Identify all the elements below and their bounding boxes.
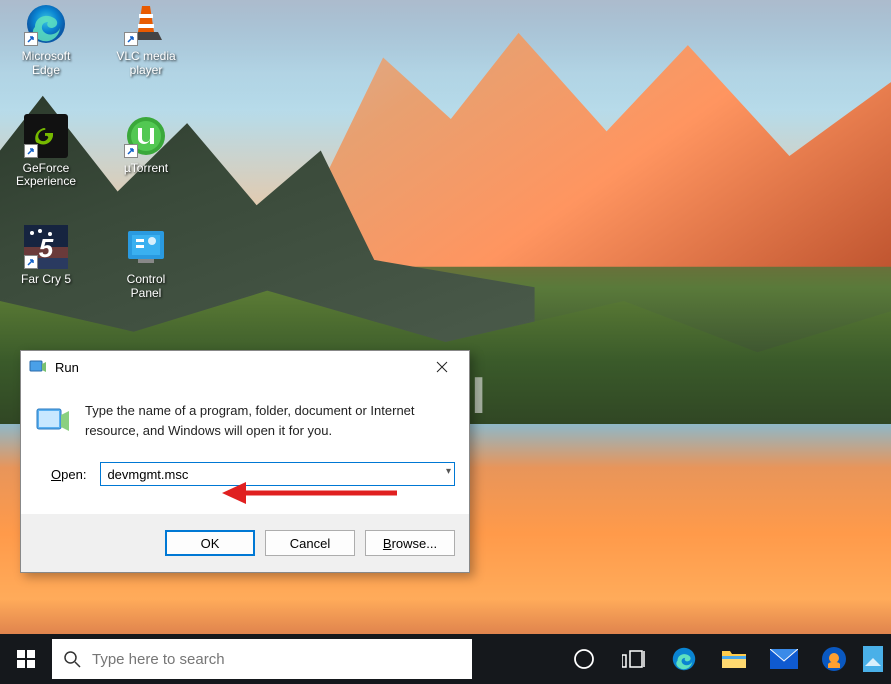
task-view-button[interactable] <box>609 634 659 684</box>
run-dialog[interactable]: Run Type the name of a program, folder, … <box>20 350 470 573</box>
desktop-icon-controlpanel[interactable]: Control Panel <box>108 223 184 303</box>
run-dialog-buttons: OK Cancel Browse... <box>21 514 469 572</box>
edge-icon <box>671 646 697 672</box>
close-button[interactable] <box>421 353 463 381</box>
open-label: Open: <box>51 467 86 482</box>
task-view-icon <box>622 649 646 669</box>
taskbar-app-explorer[interactable] <box>709 634 759 684</box>
windows-logo-icon <box>17 650 35 668</box>
desktop-icons-area: MicrosoftEdge VLC mediaplayer GeForceExp… <box>8 0 184 303</box>
cortana-icon <box>573 648 595 670</box>
security-icon <box>821 646 847 672</box>
run-icon-large <box>35 403 71 439</box>
desktop-icon-geforce[interactable]: GeForceExperience <box>8 112 84 192</box>
run-dialog-description: Type the name of a program, folder, docu… <box>85 401 455 440</box>
run-icon <box>29 358 47 376</box>
taskbar: Type here to search <box>0 634 891 684</box>
desktop-icon-edge[interactable]: MicrosoftEdge <box>8 0 84 80</box>
close-icon <box>436 361 448 373</box>
shortcut-arrow-icon <box>124 144 138 158</box>
run-dialog-body: Type the name of a program, folder, docu… <box>21 383 469 462</box>
desktop-icon-label: Control Panel <box>110 273 182 301</box>
desktop-icon-label: MicrosoftEdge <box>22 50 71 78</box>
desktop-icon-label: µTorrent <box>124 162 168 176</box>
farcry5-icon: 5 <box>24 225 68 269</box>
ok-button[interactable]: OK <box>165 530 255 556</box>
search-placeholder-text: Type here to search <box>92 651 225 668</box>
taskbar-search[interactable]: Type here to search <box>52 639 472 679</box>
desktop-icon-row-3: 5 Far Cry 5 Control Panel <box>8 223 184 303</box>
vlc-icon <box>124 2 168 46</box>
desktop-icon-label: Far Cry 5 <box>21 273 71 287</box>
desktop-icon-row-1: MicrosoftEdge VLC mediaplayer <box>8 0 184 80</box>
mail-icon <box>770 649 798 669</box>
start-button[interactable] <box>0 634 52 684</box>
shortcut-arrow-icon <box>124 32 138 46</box>
shortcut-arrow-icon <box>24 144 38 158</box>
desktop-wallpaper: MicrosoftEdge VLC mediaplayer GeForceExp… <box>0 0 891 684</box>
desktop-icon-row-2: GeForceExperience µTorrent <box>8 112 184 192</box>
taskbar-app-partial[interactable] <box>859 634 887 684</box>
annotation-arrow <box>222 480 397 506</box>
taskbar-app-security[interactable] <box>809 634 859 684</box>
file-explorer-icon <box>721 648 747 670</box>
search-icon <box>52 650 92 668</box>
run-dialog-titlebar[interactable]: Run <box>21 351 469 383</box>
controlpanel-icon <box>124 225 168 269</box>
taskbar-app-edge[interactable] <box>659 634 709 684</box>
desktop-icon-utorrent[interactable]: µTorrent <box>108 112 184 192</box>
svg-text:5: 5 <box>39 233 54 263</box>
run-dialog-title: Run <box>55 360 421 375</box>
app-icon <box>863 646 883 672</box>
shortcut-arrow-icon <box>24 32 38 46</box>
browse-button[interactable]: Browse... <box>365 530 455 556</box>
taskbar-icons <box>559 634 887 684</box>
cortana-button[interactable] <box>559 634 609 684</box>
cancel-button[interactable]: Cancel <box>265 530 355 556</box>
desktop-icon-vlc[interactable]: VLC mediaplayer <box>108 0 184 80</box>
chevron-down-icon[interactable]: ▾ <box>446 466 451 477</box>
shortcut-arrow-icon <box>24 255 38 269</box>
desktop-icon-farcry5[interactable]: 5 Far Cry 5 <box>8 223 84 303</box>
geforce-icon <box>24 114 68 158</box>
utorrent-icon <box>124 114 168 158</box>
edge-icon <box>24 2 68 46</box>
desktop-icon-label: GeForceExperience <box>16 162 76 190</box>
taskbar-app-mail[interactable] <box>759 634 809 684</box>
desktop-icon-label: VLC mediaplayer <box>116 50 175 78</box>
